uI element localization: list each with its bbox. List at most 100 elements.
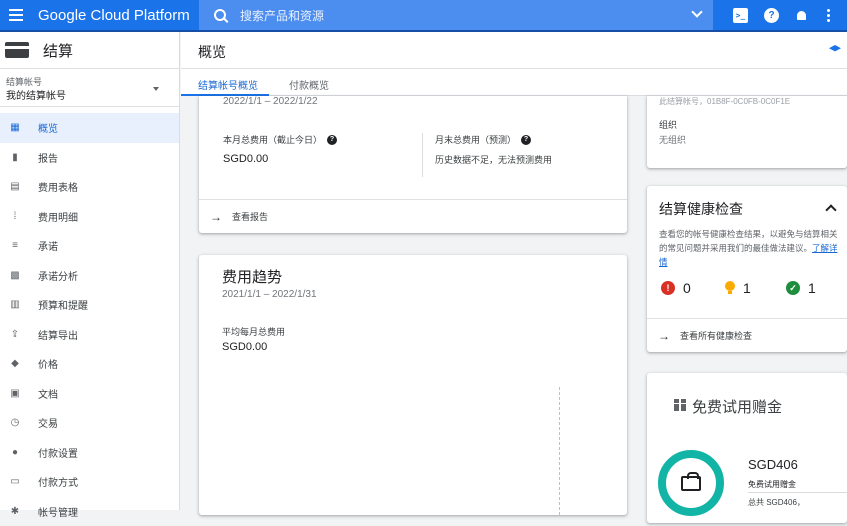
gift-icon [674, 399, 686, 411]
tab-bar: 结算帐号概览 付款概览 [181, 69, 847, 96]
help-icon[interactable]: ? [327, 135, 337, 145]
organization-value: 无组织 [659, 133, 686, 146]
notifications-icon[interactable] [794, 8, 809, 23]
table-icon: ▤ [10, 182, 20, 192]
gear-icon: ✱ [10, 506, 20, 516]
search-icon [214, 9, 226, 21]
forecast-cost: 月末总费用（预测）? 历史数据不足，无法预测费用 [435, 133, 552, 166]
tag-icon: ◆ [10, 359, 20, 369]
sidebar-item-cost-breakdown[interactable]: ⁞ 费用明细 [0, 202, 179, 232]
clock-icon: ◷ [10, 418, 20, 428]
lightbulb-icon [725, 281, 735, 295]
breakdown-icon: ⁞ [10, 211, 20, 221]
sidebar-item-budgets[interactable]: ▥ 预算和提醒 [0, 290, 179, 320]
analysis-icon: ▩ [10, 270, 20, 280]
organization-label: 组织 [659, 118, 677, 131]
health-description: 查看您的帐号健康检查结果，以避免与结算相关的常见问题并采用我们的最佳做法建议。了… [659, 227, 843, 269]
sidebar-item-label: 预算和提醒 [38, 297, 88, 312]
chart-dashed-line [559, 387, 560, 515]
view-reports-link[interactable]: → 查看报告 [199, 199, 627, 233]
dropdown-arrow-icon[interactable] [153, 87, 159, 91]
search-placeholder[interactable]: 搜索产品和资源 [240, 7, 324, 24]
top-app-bar: Google Cloud Platform 搜索产品和资源 ? [0, 0, 847, 32]
brand-title[interactable]: Google Cloud Platform [38, 7, 190, 24]
check-icon: ✓ [786, 281, 800, 295]
credit-total: 总共 SGD406， [748, 497, 805, 508]
error-icon: ! [661, 281, 675, 295]
warning-count: 1 [725, 280, 751, 296]
sidebar-nav: ▦概览 ▮报告 ▤ 费用表格 ⁞ 费用明细 ≡ 承诺 ▩承诺分析 ▥ 预算和提醒 ⇪ 结算… [0, 113, 179, 526]
sidebar-item-label: 承诺 [38, 238, 58, 253]
month-to-date-label: 本月总费用（截止今日） [223, 133, 322, 146]
sidebar-item-label: 费用明细 [38, 209, 78, 224]
sidebar-item-cost-table[interactable]: ▤ 费用表格 [0, 172, 179, 202]
overview-icon: ▦ [10, 123, 20, 133]
help-icon[interactable]: ? [521, 135, 531, 145]
cloud-shell-icon[interactable] [733, 8, 748, 23]
sidebar-item-label: 价格 [38, 356, 58, 371]
sidebar-item-label: 交易 [38, 415, 58, 430]
person-icon: ● [10, 447, 20, 457]
page-header: 概览 [181, 32, 847, 69]
sidebar-item-label: 费用表格 [38, 179, 78, 194]
arrow-right-icon: → [658, 329, 670, 343]
trend-title: 费用趋势 [222, 266, 282, 287]
chevron-up-icon[interactable] [825, 204, 836, 215]
organization-card: 此结算帐号，01B8F-0C0FB-0C0F1E 组织 无组织 [647, 96, 847, 168]
credit-amount-label: 免费试用赠金 [748, 479, 796, 490]
list-icon: ≡ [10, 241, 20, 251]
chevron-down-icon[interactable] [691, 6, 702, 17]
sidebar-item-pricing[interactable]: ◆ 价格 [0, 349, 179, 379]
main-content: 概览 结算帐号概览 付款概览 2022/1/1 – 2022/1/22 本月总费… [181, 32, 847, 510]
account-select-value[interactable]: 我的结算帐号 [6, 87, 66, 102]
sidebar-item-reports[interactable]: ▮报告 [0, 143, 179, 173]
health-title: 结算健康检查 [659, 199, 743, 219]
warning-count-value: 1 [743, 280, 751, 296]
sidebar: 结算 结算帐号 我的结算帐号 ▦概览 ▮报告 ▤ 费用表格 ⁞ 费用明细 ≡ 承诺 ▩… [0, 32, 180, 510]
page-title: 概览 [198, 42, 226, 62]
error-count-value: 0 [683, 280, 691, 296]
sidebar-item-label: 报告 [38, 150, 58, 165]
sidebar-item-payment-method[interactable]: ▭ 付款方式 [0, 467, 179, 497]
learn-icon[interactable] [829, 45, 841, 53]
credit-title: 免费试用赠金 [692, 396, 782, 417]
sidebar-item-commitments[interactable]: ≡ 承诺 [0, 231, 179, 261]
passed-count: ✓1 [786, 280, 816, 296]
sidebar-header: 结算 [0, 32, 179, 69]
billing-account-select[interactable]: 结算帐号 我的结算帐号 [0, 69, 179, 107]
health-description-text: 查看您的帐号健康检查结果，以避免与结算相关的常见问题并采用我们的最佳做法建议。 [659, 229, 838, 253]
sidebar-item-overview[interactable]: ▦概览 [0, 113, 179, 143]
error-count: !0 [661, 280, 691, 296]
search-bar[interactable]: 搜索产品和资源 [199, 0, 713, 30]
sidebar-item-transactions[interactable]: ◷ 交易 [0, 408, 179, 438]
month-to-date-cost: 本月总费用（截止今日）? SGD0.00 [223, 133, 337, 165]
sidebar-item-label: 付款设置 [38, 445, 78, 460]
budget-icon: ▥ [10, 300, 20, 310]
help-icon[interactable]: ? [764, 8, 779, 23]
tab-payment-overview[interactable]: 付款概览 [289, 77, 329, 92]
sidebar-item-billing-export[interactable]: ⇪ 结算导出 [0, 320, 179, 350]
sidebar-item-documents[interactable]: ▣ 文档 [0, 379, 179, 409]
billing-icon [5, 42, 29, 58]
cost-summary-card: 2022/1/1 – 2022/1/22 本月总费用（截止今日）? SGD0.0… [199, 96, 627, 233]
tab-billing-account-overview[interactable]: 结算帐号概览 [198, 77, 258, 92]
card-icon: ▭ [10, 477, 20, 487]
menu-icon[interactable] [2, 0, 30, 31]
forecast-value: 历史数据不足，无法预测费用 [435, 153, 552, 166]
account-id-text: 此结算帐号，01B8F-0C0FB-0C0F1E [659, 96, 790, 107]
export-icon: ⇪ [10, 329, 20, 339]
sidebar-item-account-management[interactable]: ✱帐号管理 [0, 497, 179, 526]
sidebar-item-label: 结算导出 [38, 327, 78, 342]
view-all-health-checks-label: 查看所有健康检查 [680, 329, 752, 342]
more-vert-icon[interactable] [821, 8, 836, 23]
document-icon: ▣ [10, 388, 20, 398]
sidebar-item-commitment-analysis[interactable]: ▩承诺分析 [0, 261, 179, 291]
sidebar-item-payment-settings[interactable]: ● 付款设置 [0, 438, 179, 468]
credit-progress-ring [658, 450, 724, 516]
arrow-right-icon: → [210, 210, 222, 224]
cost-date-range: 2022/1/1 – 2022/1/22 [223, 96, 318, 107]
view-all-health-checks-link[interactable]: → 查看所有健康检查 [647, 318, 847, 352]
column-divider [422, 133, 423, 177]
sidebar-item-label: 付款方式 [38, 474, 78, 489]
sidebar-item-label: 文档 [38, 386, 58, 401]
